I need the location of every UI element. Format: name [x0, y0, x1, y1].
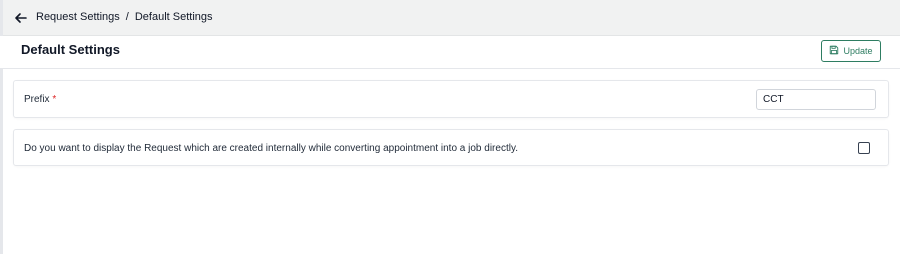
display-internal-requests-checkbox[interactable] [858, 142, 870, 154]
display-internal-requests-card: Do you want to display the Request which… [13, 129, 889, 166]
prefix-label: Prefix * [24, 94, 56, 105]
page-header: Default Settings [0, 36, 900, 69]
arrow-left-icon[interactable] [12, 9, 30, 27]
page-title: Default Settings [21, 42, 120, 57]
breadcrumb-item-default-settings: Default Settings [134, 11, 213, 23]
update-button-label: Update [843, 46, 873, 56]
prefix-input[interactable] [756, 89, 876, 110]
breadcrumb-item-request-settings[interactable]: Request Settings [36, 11, 120, 23]
breadcrumb: Request Settings / Default Settings [36, 11, 213, 23]
save-icon [829, 45, 839, 57]
breadcrumb-bar: Request Settings / Default Settings [0, 0, 900, 36]
prefix-label-text: Prefix [24, 94, 50, 105]
display-internal-requests-label: Do you want to display the Request which… [24, 143, 518, 154]
prefix-card: Prefix * [13, 80, 889, 118]
update-button[interactable]: Update [821, 40, 881, 62]
breadcrumb-separator: / [125, 11, 129, 23]
required-marker: * [52, 94, 57, 105]
